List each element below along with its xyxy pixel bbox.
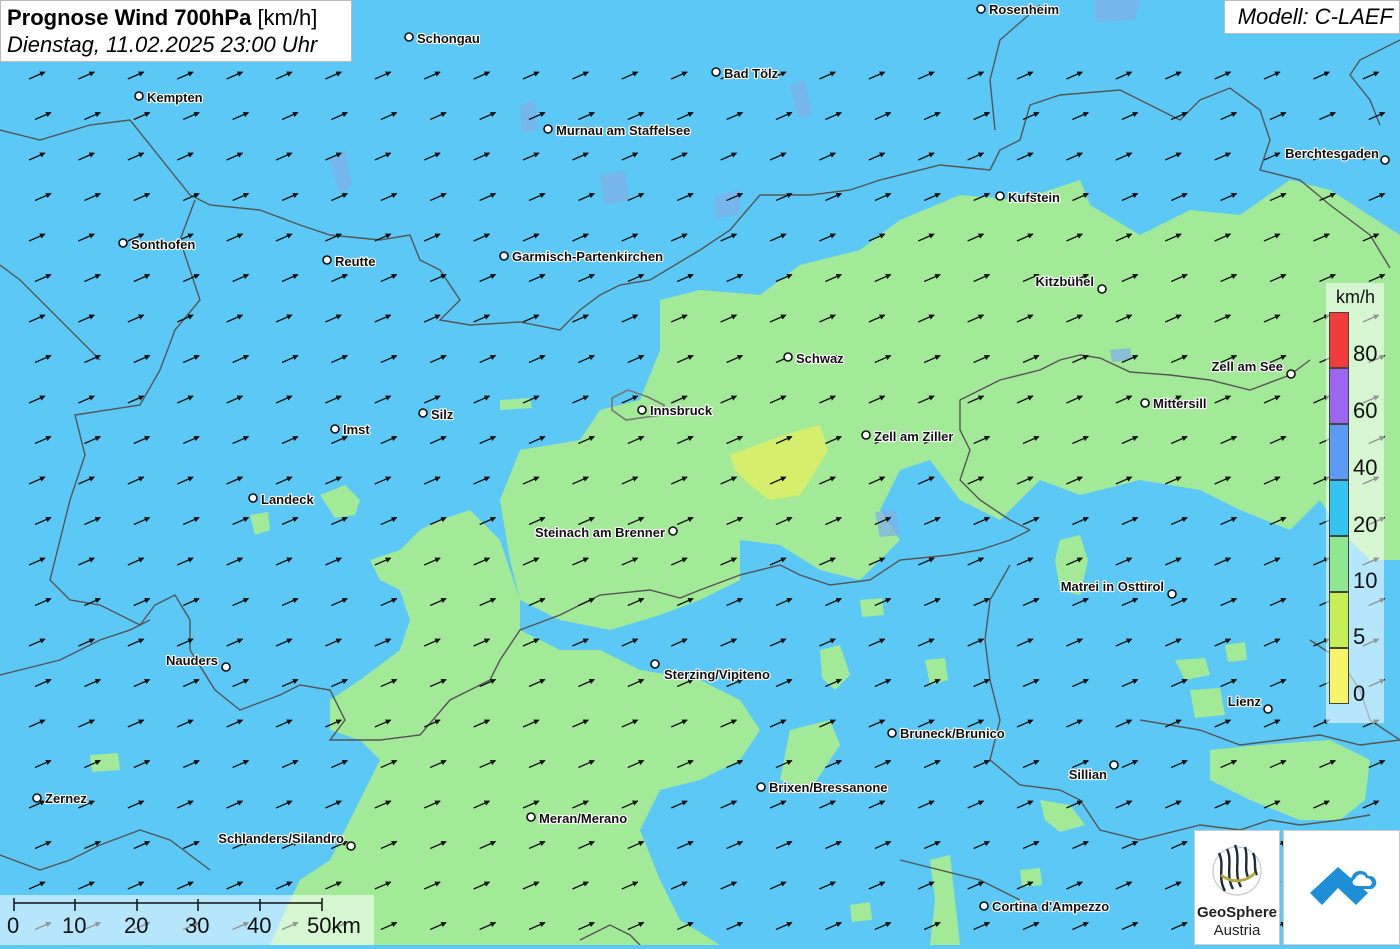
city-label: Kempten [147,90,203,105]
city-marker[interactable]: Steinach am Brenner [534,524,678,541]
city-marker[interactable]: Sonthofen [118,236,196,253]
city-label: Kitzbühel [1036,274,1095,289]
map-title-main: Prognose Wind 700hPa [7,5,252,30]
legend-color-bar [1329,312,1349,704]
legend-tick-label: 5 [1353,624,1366,649]
scale-label: 30 [185,913,210,938]
city-label: Imst [343,422,370,437]
city-marker[interactable]: Meran/Merano [526,810,628,827]
city-label: Kufstein [1008,190,1060,205]
city-marker[interactable]: Bruneck/Brunico [887,725,1006,742]
legend-swatch-80 [1329,312,1349,368]
map-title-unit: [km/h] [257,5,318,30]
legend-unit: km/h [1336,287,1376,307]
city-label: Nauders [166,653,218,668]
geosphere-logo[interactable]: GeoSphere Austria [1194,830,1280,945]
city-label: Schlanders/Silandro [218,831,344,846]
city-label: Zell am See [1211,359,1283,374]
city-marker[interactable]: Zell am Ziller [861,428,955,445]
city-label: Sonthofen [131,237,195,252]
legend-tick-label: 40 [1353,455,1378,480]
city-label: Murnau am Staffelsee [556,123,690,138]
legend-swatch-60 [1329,368,1349,424]
city-label: Steinach am Brenner [535,525,665,540]
city-label: Schongau [417,31,480,46]
cloud-house-icon [1310,867,1377,905]
legend-swatch-40 [1329,424,1349,480]
model-label: Modell: C-LAEF [1224,0,1400,34]
city-label: Meran/Merano [539,811,627,826]
color-legend: km/h 80 60 40 20 10 5 0 [1326,283,1384,723]
city-label: Reutte [335,254,375,269]
city-marker[interactable]: Innsbruck [637,402,714,419]
legend-swatch-0 [1329,648,1349,704]
city-label: Lienz [1228,694,1262,709]
city-marker[interactable]: Cortina d'Ampezzo [979,898,1110,915]
legend-tick-label: 10 [1353,568,1378,593]
city-label: Landeck [261,492,315,507]
city-label: Bruneck/Brunico [900,726,1005,741]
city-label: Berchtesgaden [1285,146,1379,161]
scale-label: 20 [124,913,149,938]
city-label: Mittersill [1153,396,1206,411]
legend-tick-label: 60 [1353,398,1378,423]
legend-swatch-10 [1329,536,1349,592]
legend-swatch-5 [1329,592,1349,648]
forecast-datetime: Dienstag, 11.02.2025 23:00 Uhr [7,32,318,57]
legend-tick-label: 20 [1353,512,1378,537]
app-logo[interactable] [1283,830,1400,945]
city-label: Zernez [45,791,87,806]
legend-swatch-20 [1329,480,1349,536]
city-marker[interactable]: Brixen/Bressanone [756,779,889,796]
legend-tick-label: 80 [1353,341,1378,366]
wind-map: Rosenheim Schongau Bad Tölz Kempten Murn… [0,0,1400,945]
scale-bar: 0 10 20 30 40 50km [0,895,374,945]
scale-label: 50km [307,913,361,938]
city-label: Schwaz [796,351,844,366]
city-marker[interactable]: Schongau [404,30,481,47]
legend-tick-label: 0 [1353,681,1366,706]
city-label: Rosenheim [989,2,1059,17]
city-label: Matrei in Osttirol [1061,579,1164,594]
city-label: Cortina d'Ampezzo [992,899,1109,914]
logo-org-name: GeoSphere [1196,904,1278,921]
city-label: Innsbruck [650,403,713,418]
map-title: Prognose Wind 700hPa [km/h] [7,4,345,31]
city-label: Bad Tölz [724,66,779,81]
city-label: Brixen/Bressanone [769,780,888,795]
geosphere-emblem-icon [1212,844,1262,896]
city-label: Zell am Ziller [874,429,953,444]
city-label: Silz [431,407,454,422]
city-marker[interactable]: Murnau am Staffelsee [543,122,691,139]
logo-org-country: Austria [1213,922,1261,939]
city-label: Sterzing/Vipiteno [664,667,770,682]
city-label: Sillian [1069,767,1107,782]
scale-label: 0 [7,913,20,938]
scale-label: 10 [62,913,87,938]
city-marker[interactable]: Rosenheim [976,1,1060,18]
scale-label: 40 [247,913,272,938]
map-title-box: Prognose Wind 700hPa [km/h] Dienstag, 11… [0,0,352,62]
city-label: Garmisch-Partenkirchen [512,249,663,264]
city-marker[interactable]: Garmisch-Partenkirchen [499,248,664,265]
